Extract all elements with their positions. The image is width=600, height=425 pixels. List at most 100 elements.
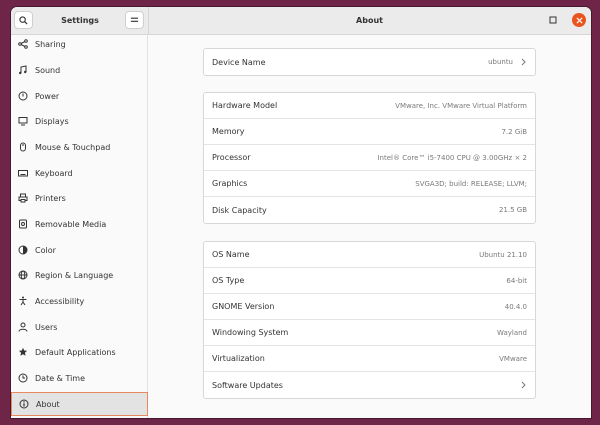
disk-capacity-value: 21.5 GB bbox=[498, 206, 527, 214]
sidebar-item-label: Color bbox=[35, 245, 56, 255]
close-button[interactable] bbox=[572, 13, 586, 27]
users-icon bbox=[18, 322, 28, 332]
sidebar-item-label: About bbox=[36, 399, 60, 409]
media-icon bbox=[18, 219, 28, 229]
sidebar-item-label: Date & Time bbox=[35, 373, 86, 383]
sidebar-item-label: Default Applications bbox=[35, 347, 116, 357]
close-icon bbox=[575, 16, 583, 24]
hamburger-icon bbox=[130, 17, 139, 22]
graphics-row: Graphics SVGA3D; build: RELEASE; LLVM; bbox=[204, 171, 535, 197]
os-type-row: OS Type 64-bit bbox=[204, 268, 535, 294]
sidebar-item-label: Printers bbox=[35, 193, 66, 203]
software-updates-row[interactable]: Software Updates bbox=[204, 372, 535, 398]
software-group: OS Name Ubuntu 21.10 OS Type 64-bit GNOM… bbox=[203, 241, 536, 399]
sidebar-item-keyboard[interactable]: Keyboard bbox=[11, 161, 148, 185]
sidebar-header: Settings bbox=[11, 7, 149, 34]
accessibility-icon bbox=[18, 296, 28, 306]
gnome-version-row: GNOME Version 40.4.0 bbox=[204, 294, 535, 320]
globe-icon bbox=[18, 270, 28, 280]
memory-label: Memory bbox=[212, 127, 245, 136]
hardware-group: Hardware Model VMware, Inc. VMware Virtu… bbox=[203, 92, 536, 224]
sidebar-item-users[interactable]: Users bbox=[11, 315, 148, 339]
music-note-icon bbox=[18, 65, 28, 75]
sidebar: Sharing Sound Power Displays Mouse & Tou… bbox=[11, 35, 148, 418]
sidebar-item-power[interactable]: Power bbox=[11, 84, 148, 108]
sidebar-item-about[interactable]: About bbox=[11, 392, 148, 416]
os-name-label: OS Name bbox=[212, 250, 250, 259]
color-icon bbox=[18, 245, 28, 255]
printer-icon bbox=[18, 193, 28, 203]
sidebar-item-label: Sharing bbox=[35, 39, 66, 49]
virtualization-row: Virtualization VMware bbox=[204, 346, 535, 372]
virtualization-value: VMware bbox=[499, 354, 527, 363]
mouse-icon bbox=[18, 142, 28, 152]
memory-row: Memory 7.2 GiB bbox=[204, 119, 535, 145]
hardware-model-label: Hardware Model bbox=[212, 101, 278, 110]
os-type-value: 64-bit bbox=[506, 276, 527, 285]
memory-value: 7.2 GiB bbox=[501, 127, 527, 136]
device-group: Device Name ubuntu bbox=[203, 48, 536, 76]
device-name-label: Device Name bbox=[212, 57, 266, 67]
sidebar-title: Settings bbox=[61, 16, 99, 25]
windowing-system-row: Windowing System Wayland bbox=[204, 320, 535, 346]
software-updates-label: Software Updates bbox=[212, 380, 283, 390]
sidebar-item-label: Mouse & Touchpad bbox=[35, 142, 111, 152]
sidebar-item-region-language[interactable]: Region & Language bbox=[11, 263, 148, 287]
star-icon bbox=[18, 347, 28, 357]
clock-icon bbox=[18, 373, 28, 383]
share-icon bbox=[18, 39, 28, 49]
search-button[interactable] bbox=[14, 11, 33, 29]
device-name-row[interactable]: Device Name ubuntu bbox=[204, 49, 535, 75]
sidebar-item-label: Accessibility bbox=[35, 296, 85, 306]
sidebar-item-default-applications[interactable]: Default Applications bbox=[11, 340, 148, 364]
header-bar: Settings About bbox=[11, 7, 591, 35]
os-name-value: Ubuntu 21.10 bbox=[479, 250, 527, 259]
gnome-version-value: 40.4.0 bbox=[504, 302, 527, 311]
windowing-system-label: Windowing System bbox=[212, 328, 289, 337]
minimize-icon bbox=[549, 16, 557, 24]
info-icon bbox=[19, 399, 29, 409]
processor-label: Processor bbox=[212, 153, 251, 162]
hardware-model-row: Hardware Model VMware, Inc. VMware Virtu… bbox=[204, 93, 535, 119]
power-icon bbox=[18, 91, 28, 101]
sidebar-item-sound[interactable]: Sound bbox=[11, 58, 148, 82]
sidebar-item-accessibility[interactable]: Accessibility bbox=[11, 289, 148, 313]
sidebar-item-label: Displays bbox=[35, 116, 69, 126]
sidebar-item-date-time[interactable]: Date & Time bbox=[11, 366, 148, 390]
disk-capacity-label: Disk Capacity bbox=[212, 205, 267, 215]
disk-capacity-row: Disk Capacity 21.5 GB bbox=[204, 197, 535, 223]
sidebar-item-printers[interactable]: Printers bbox=[11, 186, 148, 210]
gnome-version-label: GNOME Version bbox=[212, 302, 275, 311]
chevron-right-icon bbox=[521, 57, 527, 67]
chevron-right-icon bbox=[521, 380, 527, 390]
sidebar-item-label: Users bbox=[35, 322, 58, 332]
sidebar-item-label: Keyboard bbox=[35, 168, 73, 178]
page-title: About bbox=[356, 16, 383, 25]
search-icon bbox=[19, 15, 28, 25]
settings-window: Settings About Sharing Sound Power Displ… bbox=[11, 7, 591, 418]
sidebar-item-color[interactable]: Color bbox=[11, 238, 148, 262]
keyboard-icon bbox=[18, 168, 28, 178]
os-name-row: OS Name Ubuntu 21.10 bbox=[204, 242, 535, 268]
graphics-label: Graphics bbox=[212, 179, 248, 188]
processor-row: Processor Intel® Core™ i5-7400 CPU @ 3.0… bbox=[204, 145, 535, 171]
sidebar-item-mouse-touchpad[interactable]: Mouse & Touchpad bbox=[11, 135, 148, 159]
sidebar-item-label: Region & Language bbox=[35, 270, 114, 280]
sidebar-item-removable-media[interactable]: Removable Media bbox=[11, 212, 148, 236]
sidebar-item-label: Removable Media bbox=[35, 219, 107, 229]
display-icon bbox=[18, 116, 28, 126]
sidebar-item-label: Power bbox=[35, 91, 60, 101]
virtualization-label: Virtualization bbox=[212, 354, 265, 363]
processor-value: Intel® Core™ i5-7400 CPU @ 3.00GHz × 2 bbox=[377, 153, 527, 162]
sidebar-item-sharing[interactable]: Sharing bbox=[11, 32, 148, 56]
hardware-model-value: VMware, Inc. VMware Virtual Platform bbox=[395, 101, 527, 110]
minimize-button[interactable] bbox=[548, 15, 558, 25]
os-type-label: OS Type bbox=[212, 276, 245, 285]
windowing-system-value: Wayland bbox=[496, 328, 527, 337]
graphics-value: SVGA3D; build: RELEASE; LLVM; bbox=[415, 179, 527, 188]
sidebar-item-displays[interactable]: Displays bbox=[11, 109, 148, 133]
about-panel: Device Name ubuntu Hardware Model VMware… bbox=[148, 35, 591, 418]
menu-button[interactable] bbox=[125, 11, 144, 29]
device-name-value: ubuntu bbox=[488, 58, 513, 66]
sidebar-item-label: Sound bbox=[35, 65, 61, 75]
